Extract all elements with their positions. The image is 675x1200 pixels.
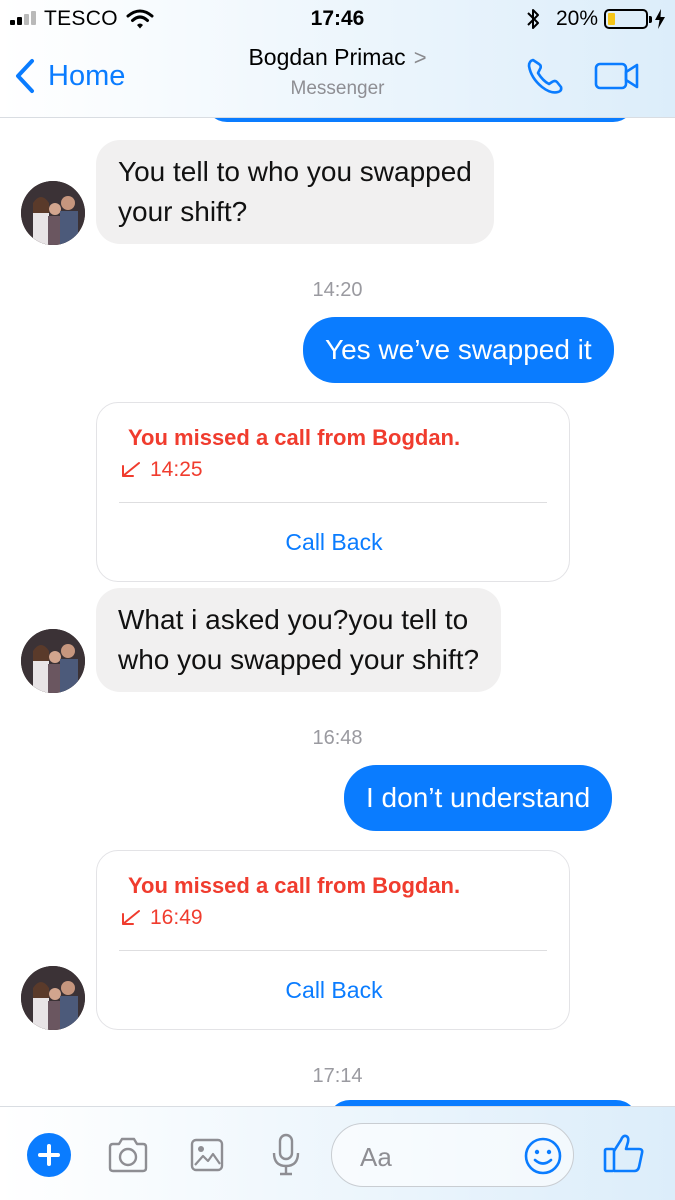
missed-call-time-label: 14:25	[150, 458, 203, 481]
divider	[119, 502, 547, 503]
microphone-icon[interactable]	[270, 1133, 302, 1177]
missed-call-time-label: 16:49	[150, 906, 203, 929]
battery-percent: 20%	[556, 7, 599, 30]
conversation-title[interactable]: Bogdan Primac >	[0, 44, 675, 71]
battery-icon	[604, 9, 652, 29]
message-line: What i asked you?you tell to	[118, 604, 469, 635]
divider	[119, 950, 547, 951]
avatar-photo	[21, 181, 85, 245]
timestamp: 17:14	[312, 1065, 363, 1087]
header-bar: TESCO 17:46 20% Home Bogdan Primac > Mes…	[0, 0, 675, 118]
message-input[interactable]: Aa	[331, 1123, 574, 1187]
message-line: who you swapped your shift?	[118, 644, 480, 675]
camera-icon[interactable]	[106, 1137, 150, 1173]
missed-call-time: 14:25	[119, 458, 203, 482]
missed-call-arrow-icon	[122, 462, 140, 477]
call-back-button[interactable]: Call Back	[97, 529, 571, 556]
avatar-photo	[21, 966, 85, 1030]
missed-call-arrow-icon	[122, 910, 140, 925]
chevron-right-icon: >	[413, 45, 427, 70]
avatar[interactable]	[21, 966, 85, 1030]
emoji-icon[interactable]	[523, 1136, 563, 1176]
video-call-icon[interactable]	[594, 60, 640, 92]
timestamp: 14:20	[312, 279, 363, 301]
message-bubble-outgoing[interactable]: Yes we’ve swapped it	[303, 317, 614, 383]
status-bar: TESCO 17:46 20%	[0, 0, 675, 38]
missed-call-time: 16:49	[119, 906, 203, 930]
message-bubble-incoming[interactable]: What i asked you?you tell to who you swa…	[96, 588, 502, 692]
contact-name: Bogdan Primac	[248, 44, 406, 70]
composer-bar: Aa	[0, 1106, 675, 1200]
message-line: You tell to who you swapped	[118, 156, 472, 187]
thumbs-up-icon[interactable]	[602, 1132, 646, 1174]
avatar-photo	[21, 629, 85, 693]
plus-icon[interactable]	[27, 1133, 71, 1177]
message-input-placeholder: Aa	[360, 1142, 392, 1172]
photo-icon[interactable]	[189, 1137, 225, 1173]
message-bubble-outgoing[interactable]: I don’t understand	[344, 765, 613, 831]
missed-call-text: You missed a call from Bogdan.	[128, 873, 461, 898]
conversation-subtitle: Messenger	[290, 78, 385, 99]
avatar[interactable]	[21, 629, 85, 693]
phone-call-icon[interactable]	[524, 56, 566, 96]
call-back-button[interactable]: Call Back	[97, 977, 571, 1004]
missed-call-card: You missed a call from Bogdan. 16:49 Cal…	[96, 850, 570, 1030]
messenger-conversation-screen: TESCO 17:46 20% Home Bogdan Primac > Mes…	[0, 0, 675, 1200]
charging-bolt-icon	[655, 9, 665, 29]
timestamp: 16:48	[312, 727, 363, 749]
message-bubble-incoming[interactable]: You tell to who you swapped your shift?	[96, 140, 494, 244]
bluetooth-icon	[527, 9, 539, 29]
avatar[interactable]	[21, 181, 85, 245]
missed-call-text: You missed a call from Bogdan.	[128, 425, 461, 450]
message-line: your shift?	[118, 196, 248, 227]
missed-call-card: You missed a call from Bogdan. 14:25 Cal…	[96, 402, 570, 582]
